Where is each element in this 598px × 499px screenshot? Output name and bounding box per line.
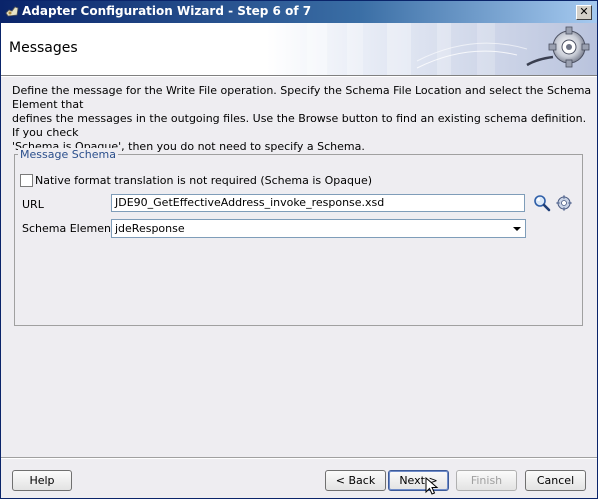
- schema-element-label: Schema Element: [22, 222, 116, 235]
- page-title: Messages: [9, 40, 78, 56]
- wizard-footer: Help < Back Next > Finish Cancel: [1, 459, 597, 498]
- url-label: URL: [22, 198, 44, 211]
- back-button[interactable]: < Back: [325, 470, 386, 491]
- schema-opaque-checkbox[interactable]: [20, 174, 33, 187]
- window-title: Adapter Configuration Wizard - Step 6 of…: [22, 4, 312, 18]
- title-bar[interactable]: Adapter Configuration Wizard - Step 6 of…: [1, 1, 597, 23]
- instructions-text: Define the message for the Write File op…: [12, 84, 592, 153]
- url-field[interactable]: JDE90_GetEffectiveAddress_invoke_respons…: [111, 194, 525, 212]
- adapter-banner-icon: [267, 23, 597, 75]
- cancel-button[interactable]: Cancel: [525, 470, 586, 491]
- schema-element-value: jdeResponse: [115, 222, 185, 235]
- group-legend: Message Schema: [18, 148, 118, 161]
- app-icon: [5, 6, 19, 17]
- message-schema-group: Message Schema Native format translation…: [14, 148, 583, 326]
- chevron-down-icon[interactable]: [513, 227, 521, 231]
- browse-search-icon[interactable]: [533, 194, 551, 212]
- mouse-pointer-icon: [425, 477, 439, 495]
- wizard-window: Adapter Configuration Wizard - Step 6 of…: [0, 0, 598, 499]
- schema-opaque-label[interactable]: Native format translation is not require…: [35, 174, 372, 187]
- wizard-header: Messages: [1, 23, 597, 75]
- help-button[interactable]: Help: [12, 470, 72, 491]
- wizard-content: Define the message for the Write File op…: [1, 77, 597, 457]
- gear-icon[interactable]: [556, 195, 572, 211]
- close-button[interactable]: ✕: [576, 5, 592, 20]
- finish-button[interactable]: Finish: [456, 470, 517, 491]
- schema-element-select[interactable]: jdeResponse: [111, 219, 526, 238]
